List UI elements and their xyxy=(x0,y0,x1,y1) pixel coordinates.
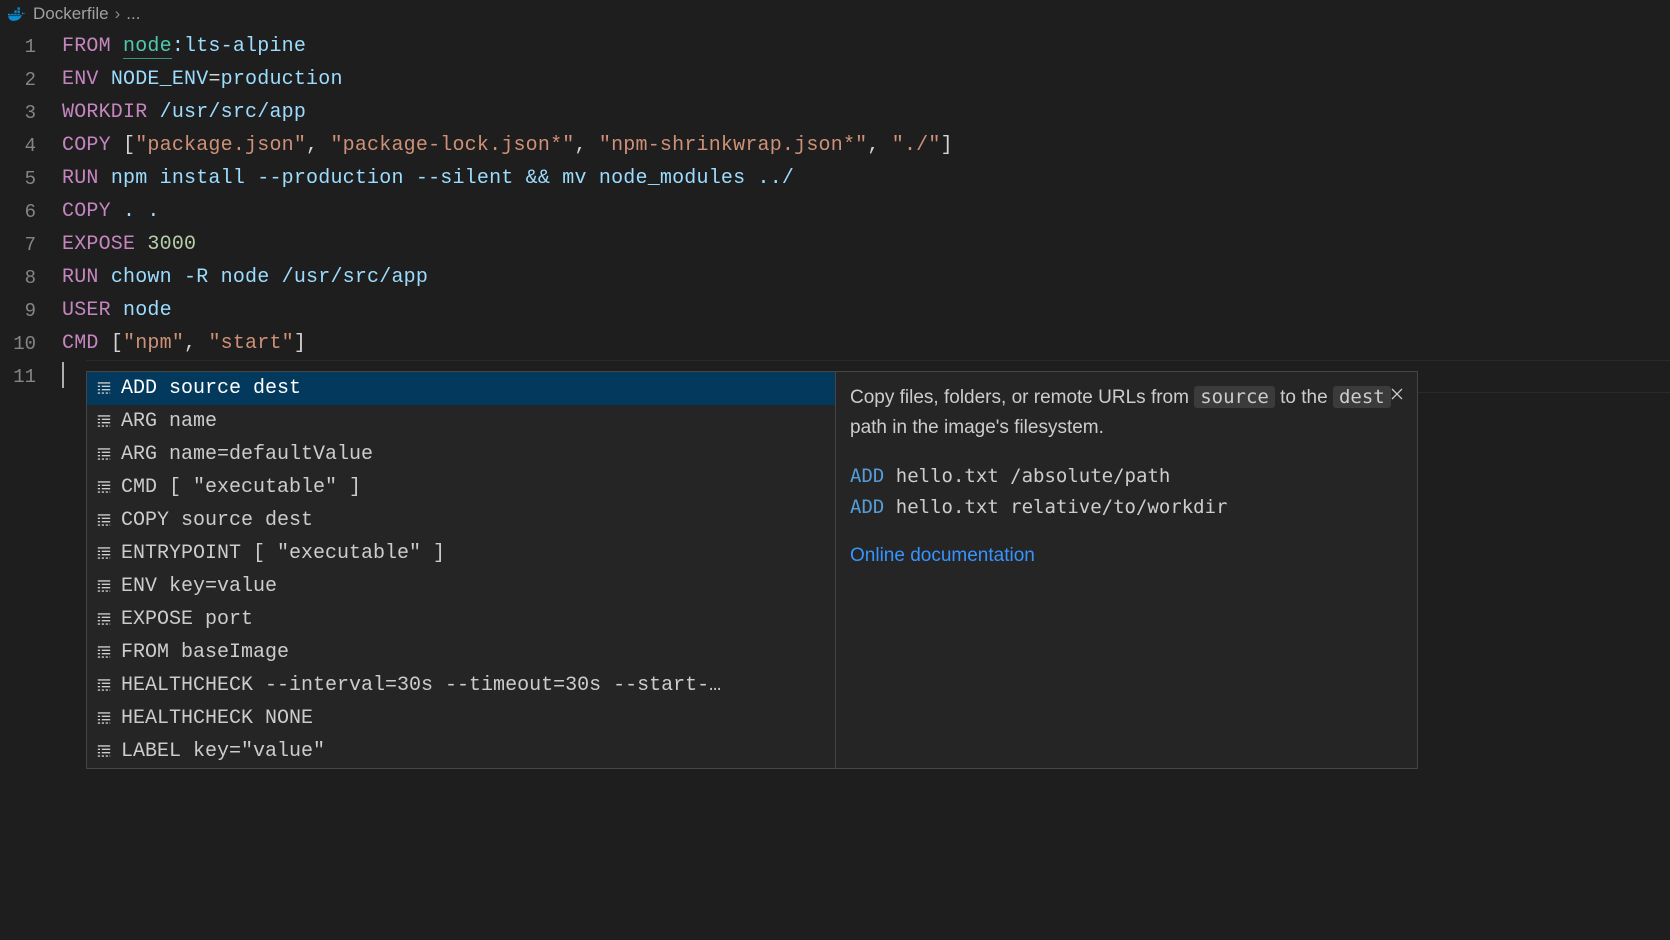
code-line[interactable]: 7EXPOSE 3000 xyxy=(0,228,1670,261)
line-number: 3 xyxy=(0,102,62,124)
suggestion-label: CMD [ "executable" ] xyxy=(121,476,361,499)
suggestion-label: HEALTHCHECK --interval=30s --timeout=30s… xyxy=(121,674,721,697)
snippet-icon xyxy=(95,479,113,497)
suggestion-list[interactable]: ADD source dest ARG name ARG name=defaultV… xyxy=(86,371,836,769)
text-cursor xyxy=(62,362,64,388)
suggestion-label: ENTRYPOINT [ "executable" ] xyxy=(121,542,445,565)
code-line[interactable]: 10CMD ["npm", "start"] xyxy=(0,327,1670,360)
code-content[interactable]: RUN npm install --production --silent &&… xyxy=(62,162,794,195)
snippet-icon xyxy=(95,380,113,398)
line-number: 8 xyxy=(0,267,62,289)
doc-example-2: ADD hello.txt relative/to/workdir xyxy=(850,492,1403,523)
snippet-icon xyxy=(95,677,113,695)
code-content[interactable]: WORKDIR /usr/src/app xyxy=(62,96,306,129)
breadcrumb-tail[interactable]: ... xyxy=(126,4,140,24)
snippet-icon xyxy=(95,611,113,629)
doc-example-1: ADD hello.txt /absolute/path xyxy=(850,461,1403,492)
code-line[interactable]: 1FROM node:lts-alpine xyxy=(0,30,1670,63)
suggestion-label: ARG name=defaultValue xyxy=(121,443,373,466)
line-number: 6 xyxy=(0,201,62,223)
code-line[interactable]: 5RUN npm install --production --silent &… xyxy=(0,162,1670,195)
code-content[interactable]: ENV NODE_ENV=production xyxy=(62,63,343,96)
doc-description: Copy files, folders, or remote URLs from… xyxy=(850,382,1403,443)
line-number: 5 xyxy=(0,168,62,190)
suggestion-documentation: Copy files, folders, or remote URLs from… xyxy=(836,371,1418,769)
snippet-icon xyxy=(95,413,113,431)
breadcrumb-separator: › xyxy=(115,4,121,24)
code-content[interactable]: COPY ["package.json", "package-lock.json… xyxy=(62,129,953,162)
suggestion-item[interactable]: HEALTHCHECK --interval=30s --timeout=30s… xyxy=(87,669,835,702)
suggestion-label: ADD source dest xyxy=(121,377,301,400)
breadcrumb-file[interactable]: Dockerfile xyxy=(33,4,109,24)
suggestion-label: EXPOSE port xyxy=(121,608,253,631)
code-content[interactable]: EXPOSE 3000 xyxy=(62,228,196,261)
code-line[interactable]: 2ENV NODE_ENV=production xyxy=(0,63,1670,96)
intellisense-popup: ADD source dest ARG name ARG name=defaultV… xyxy=(86,371,1418,769)
code-content[interactable]: CMD ["npm", "start"] xyxy=(62,327,306,360)
suggestion-item[interactable]: CMD [ "executable" ] xyxy=(87,471,835,504)
suggestion-item[interactable]: COPY source dest xyxy=(87,504,835,537)
code-editor[interactable]: 1FROM node:lts-alpine2ENV NODE_ENV=produ… xyxy=(0,30,1670,393)
code-line[interactable]: 6COPY . . xyxy=(0,195,1670,228)
suggestion-label: HEALTHCHECK NONE xyxy=(121,707,313,730)
suggestion-item[interactable]: ARG name=defaultValue xyxy=(87,438,835,471)
snippet-icon xyxy=(95,578,113,596)
suggestion-item[interactable]: ENTRYPOINT [ "executable" ] xyxy=(87,537,835,570)
code-line[interactable]: 9USER node xyxy=(0,294,1670,327)
code-content[interactable]: COPY . . xyxy=(62,195,160,228)
suggestion-label: ENV key=value xyxy=(121,575,277,598)
suggestion-item[interactable]: ARG name xyxy=(87,405,835,438)
breadcrumb[interactable]: Dockerfile › ... xyxy=(0,0,1670,30)
code-content[interactable]: FROM node:lts-alpine xyxy=(62,30,306,63)
suggestion-item[interactable]: ADD source dest xyxy=(87,372,835,405)
code-line[interactable]: 8RUN chown -R node /usr/src/app xyxy=(0,261,1670,294)
suggestion-label: FROM baseImage xyxy=(121,641,289,664)
line-number: 11 xyxy=(0,366,62,388)
snippet-icon xyxy=(95,545,113,563)
doc-link[interactable]: Online documentation xyxy=(850,541,1403,571)
line-number: 7 xyxy=(0,234,62,256)
suggestion-label: COPY source dest xyxy=(121,509,313,532)
line-number: 1 xyxy=(0,36,62,58)
line-number: 9 xyxy=(0,300,62,322)
code-content[interactable]: RUN chown -R node /usr/src/app xyxy=(62,261,428,294)
snippet-icon xyxy=(95,512,113,530)
suggestion-item[interactable]: ENV key=value xyxy=(87,570,835,603)
line-number: 10 xyxy=(0,333,62,355)
code-content[interactable] xyxy=(62,360,64,393)
snippet-icon xyxy=(95,743,113,761)
suggestion-item[interactable]: EXPOSE port xyxy=(87,603,835,636)
line-number: 4 xyxy=(0,135,62,157)
code-line[interactable]: 4COPY ["package.json", "package-lock.jso… xyxy=(0,129,1670,162)
suggestion-label: LABEL key="value" xyxy=(121,740,325,763)
suggestion-item[interactable]: HEALTHCHECK NONE xyxy=(87,702,835,735)
docker-icon xyxy=(8,5,27,24)
line-number: 2 xyxy=(0,69,62,91)
code-content[interactable]: USER node xyxy=(62,294,172,327)
snippet-icon xyxy=(95,446,113,464)
suggestion-item[interactable]: FROM baseImage xyxy=(87,636,835,669)
snippet-icon xyxy=(95,710,113,728)
close-icon[interactable] xyxy=(1389,382,1405,412)
code-line[interactable]: 3WORKDIR /usr/src/app xyxy=(0,96,1670,129)
snippet-icon xyxy=(95,644,113,662)
suggestion-item[interactable]: LABEL key="value" xyxy=(87,735,835,768)
suggestion-label: ARG name xyxy=(121,410,217,433)
